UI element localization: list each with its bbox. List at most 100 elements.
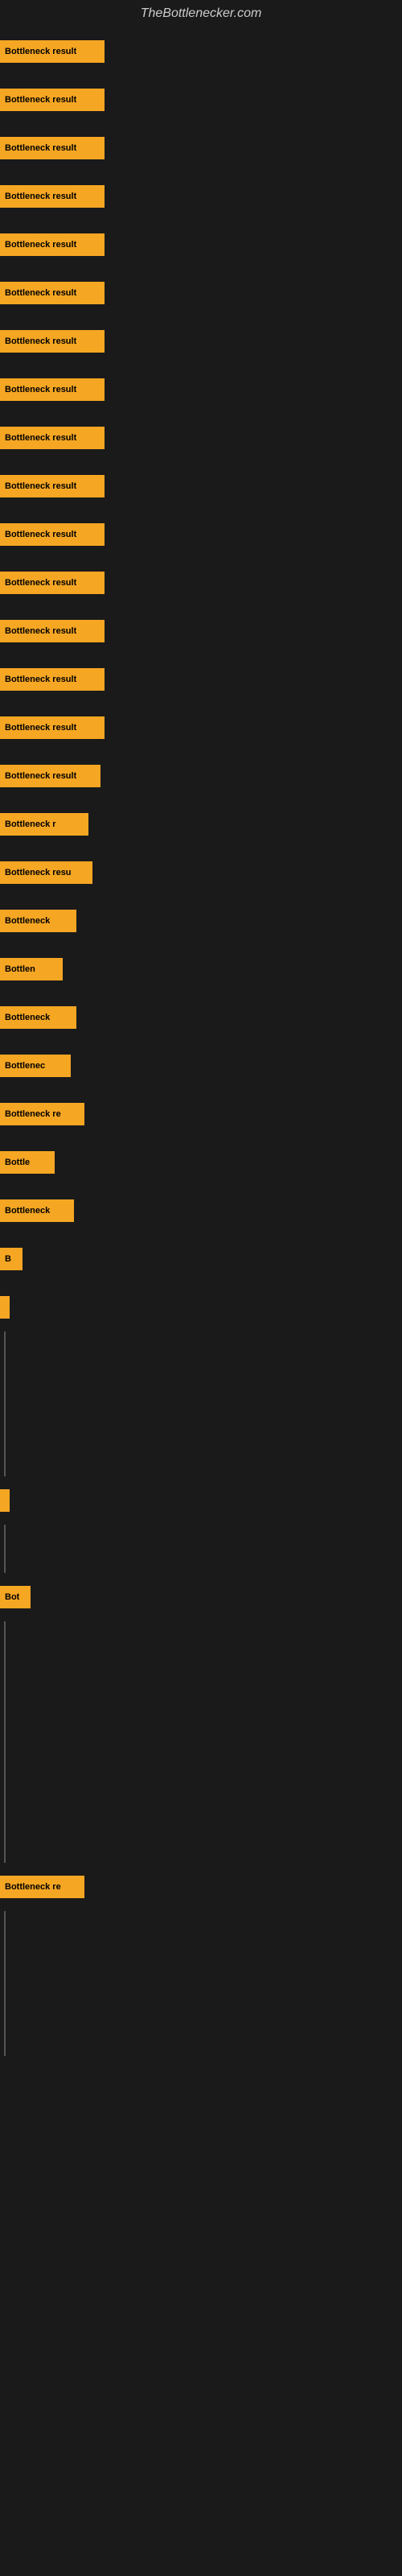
bar-row: Bottleneck re: [0, 1090, 402, 1138]
result-bar[interactable]: [0, 1296, 10, 1319]
result-bar[interactable]: Bottlen: [0, 958, 63, 980]
bar-row: [0, 1670, 402, 1718]
result-bar[interactable]: Bottleneck resu: [0, 861, 92, 884]
bar-row: [0, 1621, 402, 1670]
bar-zero-indicator: [4, 1621, 6, 1670]
bar-row: [0, 1911, 402, 1959]
bar-label: Bottleneck result: [5, 192, 76, 201]
bar-zero-indicator: [4, 2008, 6, 2056]
bar-label: Bottle: [5, 1158, 30, 1167]
result-bar[interactable]: Bottleneck result: [0, 40, 105, 63]
bar-zero-indicator: [4, 1525, 6, 1573]
result-bar[interactable]: Bottleneck result: [0, 427, 105, 449]
bar-label: Bottleneck result: [5, 240, 76, 250]
bar-row: [0, 1476, 402, 1525]
result-bar[interactable]: Bottleneck result: [0, 620, 105, 642]
result-bar[interactable]: Bottleneck re: [0, 1103, 84, 1125]
bar-row: Bottleneck result: [0, 124, 402, 172]
bar-row: [0, 2008, 402, 2056]
result-bar[interactable]: Bottleneck result: [0, 330, 105, 353]
bar-label: Bottleneck: [5, 916, 50, 926]
bar-row: [0, 1283, 402, 1331]
result-bar[interactable]: Bottleneck result: [0, 668, 105, 691]
bar-zero-indicator: [4, 1911, 6, 1959]
result-bar[interactable]: Bottleneck re: [0, 1876, 84, 1898]
bar-row: Bottleneck result: [0, 76, 402, 124]
result-bar[interactable]: Bottleneck r: [0, 813, 88, 836]
bar-row: [0, 1331, 402, 1380]
bar-row: [0, 1380, 402, 1428]
result-bar[interactable]: Bottle: [0, 1151, 55, 1174]
result-bar[interactable]: Bottleneck result: [0, 282, 105, 304]
bar-row: Bottleneck: [0, 1187, 402, 1235]
site-title-wrapper: TheBottlenecker.com: [0, 0, 402, 27]
result-bar[interactable]: Bot: [0, 1586, 31, 1608]
bar-row: Bottleneck: [0, 897, 402, 945]
result-bar[interactable]: Bottleneck result: [0, 185, 105, 208]
bar-row: Bottleneck result: [0, 221, 402, 269]
result-bar[interactable]: Bottleneck result: [0, 572, 105, 594]
bar-zero-indicator: [4, 1670, 6, 1718]
bar-label: Bottleneck result: [5, 288, 76, 298]
bar-row: Bottlen: [0, 945, 402, 993]
bar-row: Bottleneck result: [0, 365, 402, 414]
bar-label: Bottleneck r: [5, 819, 56, 829]
site-title: TheBottlenecker.com: [0, 0, 402, 27]
result-bar[interactable]: Bottleneck result: [0, 233, 105, 256]
result-bar[interactable]: Bottleneck: [0, 1199, 74, 1222]
bar-label: Bottleneck result: [5, 771, 76, 781]
bar-row: [0, 1766, 402, 1814]
bar-label: Bottleneck result: [5, 385, 76, 394]
bar-row: Bottleneck result: [0, 752, 402, 800]
result-bar[interactable]: Bottleneck result: [0, 475, 105, 497]
bars-container: Bottleneck result Bottleneck result Bottle…: [0, 27, 402, 2056]
bar-label: Bottleneck re: [5, 1109, 61, 1119]
bar-row: Bottlenec: [0, 1042, 402, 1090]
bar-row: Bottleneck r: [0, 800, 402, 848]
bar-row: Bottleneck result: [0, 172, 402, 221]
result-bar[interactable]: Bottleneck result: [0, 765, 100, 787]
bar-row: Bottleneck re: [0, 1863, 402, 1911]
bar-label: Bottleneck result: [5, 336, 76, 346]
result-bar[interactable]: Bottleneck: [0, 910, 76, 932]
bar-row: B: [0, 1235, 402, 1283]
bar-label: Bottleneck result: [5, 143, 76, 153]
bar-row: Bottleneck result: [0, 317, 402, 365]
result-bar[interactable]: Bottleneck result: [0, 716, 105, 739]
bar-row: Bottleneck result: [0, 462, 402, 510]
result-bar[interactable]: Bottleneck result: [0, 523, 105, 546]
bar-row: [0, 1428, 402, 1476]
bar-row: Bottleneck result: [0, 607, 402, 655]
bar-zero-indicator: [4, 1814, 6, 1863]
bar-row: Bottleneck result: [0, 269, 402, 317]
bar-row: [0, 1718, 402, 1766]
bar-zero-indicator: [4, 1428, 6, 1476]
bar-row: [0, 1525, 402, 1573]
bar-row: [0, 1814, 402, 1863]
bar-label: Bottleneck result: [5, 433, 76, 443]
bar-row: Bot: [0, 1573, 402, 1621]
result-bar[interactable]: B: [0, 1248, 23, 1270]
bar-label: Bottleneck re: [5, 1882, 61, 1892]
bar-row: Bottleneck resu: [0, 848, 402, 897]
bar-row: Bottleneck result: [0, 27, 402, 76]
result-bar[interactable]: Bottleneck: [0, 1006, 76, 1029]
bar-row: Bottleneck result: [0, 414, 402, 462]
result-bar[interactable]: Bottleneck result: [0, 137, 105, 159]
bar-label: Bottleneck result: [5, 675, 76, 684]
result-bar[interactable]: [0, 1489, 10, 1512]
bar-row: Bottleneck result: [0, 559, 402, 607]
bar-zero-indicator: [4, 1331, 6, 1380]
result-bar[interactable]: Bottleneck result: [0, 89, 105, 111]
bar-row: Bottle: [0, 1138, 402, 1187]
bar-label: Bottleneck result: [5, 578, 76, 588]
bar-zero-indicator: [4, 1959, 6, 2008]
bar-label: Bottleneck: [5, 1206, 50, 1216]
result-bar[interactable]: Bottleneck result: [0, 378, 105, 401]
bar-zero-indicator: [4, 1380, 6, 1428]
bar-row: Bottleneck: [0, 993, 402, 1042]
bar-row: Bottleneck result: [0, 704, 402, 752]
result-bar[interactable]: Bottlenec: [0, 1055, 71, 1077]
bar-label: Bottlen: [5, 964, 35, 974]
bar-label: Bottleneck result: [5, 626, 76, 636]
